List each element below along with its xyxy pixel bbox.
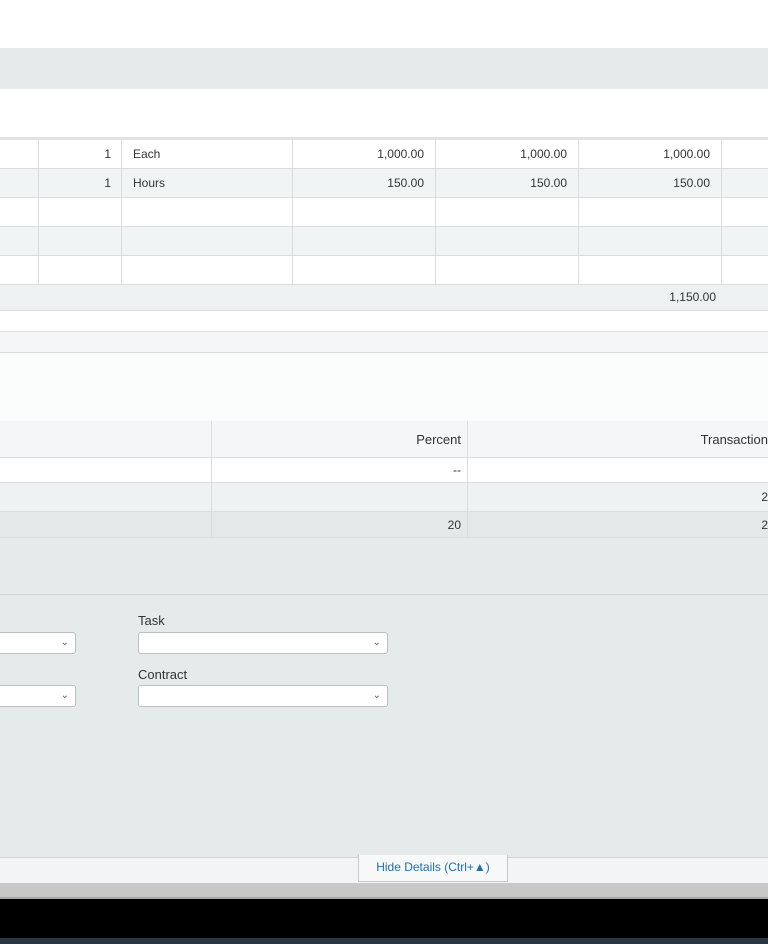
chevron-down-icon: ⌄ — [60, 690, 69, 701]
transaction-cell[interactable]: 2 — [468, 512, 768, 537]
row-cell[interactable] — [722, 140, 768, 168]
empty-section — [0, 353, 768, 422]
left-dropdown-top[interactable]: ⌄ — [0, 632, 76, 654]
unit-price-cell[interactable]: 150.00 — [293, 169, 436, 197]
chevron-down-icon: ⌄ — [372, 637, 381, 648]
row-cell[interactable] — [0, 512, 212, 537]
contract-dropdown[interactable]: ⌄ — [138, 685, 388, 707]
unit-cell[interactable] — [122, 198, 293, 226]
percent-cell[interactable]: -- — [212, 458, 468, 482]
row-cell[interactable] — [0, 256, 39, 284]
lines-total-value: 1,150.00 — [669, 290, 716, 304]
contract-label: Contract — [138, 667, 188, 682]
table-row[interactable]: 2 — [0, 483, 768, 512]
row-cell[interactable] — [0, 227, 39, 255]
row-cell[interactable] — [0, 140, 39, 168]
percent-cell[interactable]: 20 — [212, 512, 468, 537]
section-divider — [0, 332, 768, 353]
table-row[interactable]: 20 2 — [0, 512, 768, 538]
tax-table-header: Percent Transaction — [0, 421, 768, 458]
toolbar-band — [0, 48, 768, 90]
table-row[interactable] — [0, 198, 768, 227]
lines-total-row: 1,150.00 — [0, 285, 768, 311]
quantity-cell[interactable]: 1 — [39, 140, 122, 168]
unit-price-cell[interactable] — [293, 198, 436, 226]
row-cell[interactable] — [722, 169, 768, 197]
total-cell[interactable]: 1,000.00 — [579, 140, 722, 168]
unit-price-cell[interactable]: 1,000.00 — [293, 140, 436, 168]
row-cell[interactable] — [722, 256, 768, 284]
unit-cell[interactable] — [122, 256, 293, 284]
chevron-down-icon: ⌄ — [372, 690, 381, 701]
unit-cell[interactable]: Each — [122, 140, 293, 168]
transaction-cell[interactable] — [468, 458, 768, 482]
table-row[interactable]: -- — [0, 458, 768, 483]
quantity-cell[interactable] — [39, 198, 122, 226]
amount-cell[interactable]: 150.00 — [436, 169, 579, 197]
row-cell[interactable] — [0, 458, 212, 482]
section-divider — [0, 311, 768, 332]
quantity-cell[interactable] — [39, 227, 122, 255]
header-area — [0, 0, 768, 48]
taskbar-edge — [0, 938, 768, 944]
row-cell[interactable] — [722, 227, 768, 255]
unit-cell[interactable] — [122, 227, 293, 255]
total-cell[interactable]: 150.00 — [579, 169, 722, 197]
amount-cell[interactable]: 1,000.00 — [436, 140, 579, 168]
column-header-percent[interactable]: Percent — [212, 421, 468, 457]
unit-cell[interactable]: Hours — [122, 169, 293, 197]
table-row[interactable] — [0, 256, 768, 285]
column-header-transaction[interactable]: Transaction — [468, 421, 768, 457]
row-cell[interactable] — [722, 198, 768, 226]
column-header[interactable] — [0, 421, 212, 457]
task-dropdown[interactable]: ⌄ — [138, 632, 388, 654]
amount-cell[interactable] — [436, 256, 579, 284]
row-cell[interactable] — [0, 169, 39, 197]
total-cell[interactable] — [579, 227, 722, 255]
row-cell[interactable] — [0, 483, 212, 511]
quantity-cell[interactable]: 1 — [39, 169, 122, 197]
total-cell[interactable] — [579, 198, 722, 226]
percent-cell[interactable] — [212, 483, 468, 511]
unit-price-cell[interactable] — [293, 256, 436, 284]
table-row[interactable]: 1 Each 1,000.00 1,000.00 1,000.00 — [0, 140, 768, 169]
total-cell[interactable] — [579, 256, 722, 284]
chevron-down-icon: ⌄ — [60, 637, 69, 648]
amount-cell[interactable] — [436, 227, 579, 255]
row-cell[interactable] — [0, 198, 39, 226]
quantity-cell[interactable] — [39, 256, 122, 284]
hide-details-button[interactable]: Hide Details (Ctrl+▲) — [358, 855, 508, 882]
amount-cell[interactable] — [436, 198, 579, 226]
unit-price-cell[interactable] — [293, 227, 436, 255]
details-divider — [0, 594, 768, 595]
horizontal-scrollbar[interactable] — [0, 883, 768, 899]
task-label: Task — [138, 613, 165, 628]
table-row[interactable]: 1 Hours 150.00 150.00 150.00 — [0, 169, 768, 198]
table-row[interactable] — [0, 227, 768, 256]
left-dropdown-bottom[interactable]: ⌄ — [0, 685, 76, 707]
grid-header-area — [0, 89, 768, 140]
transaction-cell[interactable]: 2 — [468, 483, 768, 511]
